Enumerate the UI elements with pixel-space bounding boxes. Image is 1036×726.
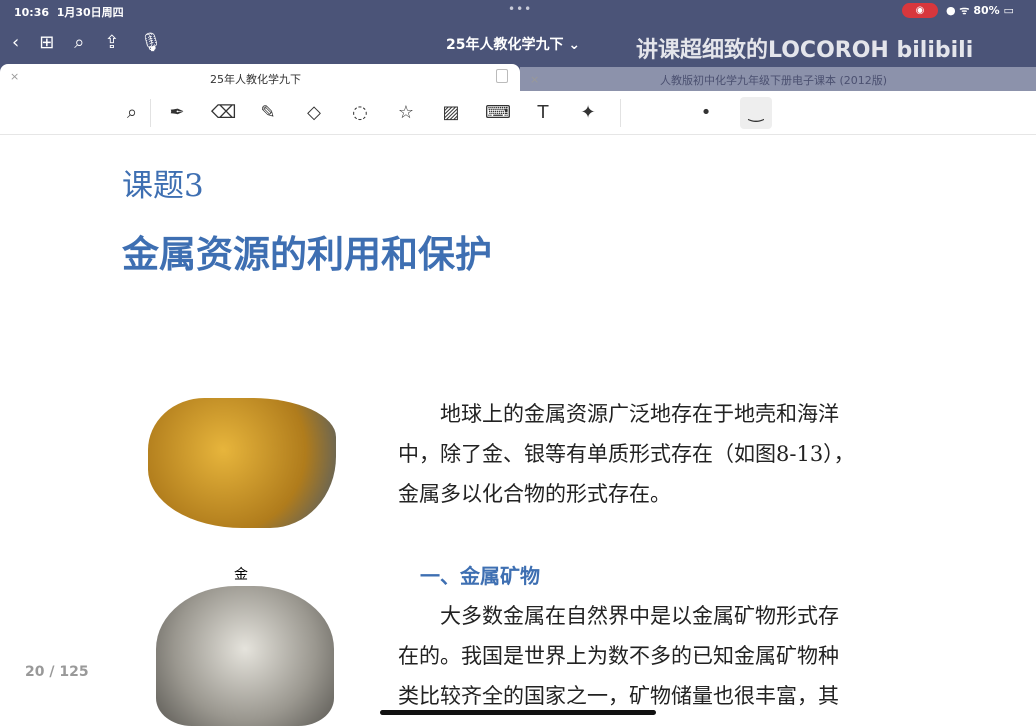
top-bar: 10:36 1月30日周四 ••• ◉ ● ᯤ 80% ▭ ‹ ⊞ ⌕ ⇪ 🎙 …	[0, 0, 1036, 64]
shapes-icon[interactable]: ◇	[302, 101, 326, 125]
video-watermark: 讲课超细致的LOCOROH bilibili	[636, 38, 974, 63]
microphone-icon[interactable]: 🎙	[139, 32, 162, 53]
document-page[interactable]: 课题3 金属资源的利用和保护 金 地球上的金属资源广泛地存在于地壳和海洋 中，除…	[0, 136, 1036, 726]
intro-paragraph: 地球上的金属资源广泛地存在于地壳和海洋 中，除了金、银等有单质形式存在（如图8-…	[398, 402, 855, 506]
keyboard-icon[interactable]: ⌨	[485, 101, 511, 125]
status-time: 10:36 1月30日周四	[14, 6, 124, 19]
pen-icon[interactable]: ✒	[165, 101, 189, 125]
share-icon[interactable]: ⇪	[104, 32, 119, 53]
text-box-icon[interactable]: T	[531, 101, 555, 125]
silver-ore-image	[156, 586, 334, 726]
pen-size-dot-icon[interactable]: •	[694, 101, 718, 125]
laser-pointer-icon[interactable]: ✦	[576, 101, 600, 125]
tab-label: 人教版初中化学九年级下册电子课本 (2012版)	[660, 74, 888, 87]
gold-caption: 金	[234, 567, 248, 583]
highlighter-icon[interactable]: ✎	[256, 101, 280, 125]
tab-active[interactable]: × 25年人教化学九下	[0, 64, 520, 91]
back-icon[interactable]: ‹	[12, 32, 19, 53]
gold-ore-image	[148, 398, 336, 528]
document-title[interactable]: 25年人教化学九下 ⌄	[446, 34, 580, 54]
drawing-toolbar: ⌕ ✒ ⌫ ✎ ◇ ◌ ☆ ▨ ⌨ T ✦ • ‿	[0, 91, 1036, 135]
multitask-dots[interactable]: •••	[508, 2, 532, 16]
zoom-window-icon[interactable]: ⌕	[120, 101, 144, 125]
pen-stroke-style-icon[interactable]: ‿	[740, 97, 772, 129]
tab-label: 25年人教化学九下	[210, 73, 301, 86]
home-indicator[interactable]	[380, 710, 656, 715]
tab-inactive[interactable]: × 人教版初中化学九年级下册电子课本 (2012版)	[520, 67, 1036, 91]
tab-bar: × 25年人教化学九下 × 人教版初中化学九年级下册电子课本 (2012版)	[0, 64, 1036, 91]
body-paragraph: 大多数金属在自然界中是以金属矿物形式存 在的。我国是世界上为数不多的已知金属矿物…	[398, 604, 839, 708]
search-icon[interactable]: ⌕	[74, 32, 84, 53]
sticker-icon[interactable]: ☆	[394, 101, 418, 125]
close-tab-icon[interactable]: ×	[530, 73, 539, 86]
lesson-number: 课题3	[122, 168, 204, 204]
eraser-icon[interactable]: ⌫	[211, 101, 236, 125]
lasso-icon[interactable]: ◌	[348, 101, 372, 125]
image-icon[interactable]: ▨	[439, 101, 463, 125]
split-view-icon[interactable]	[496, 69, 508, 83]
battery-status: ● ᯤ 80% ▭	[946, 4, 1014, 17]
lesson-title: 金属资源的利用和保护	[122, 232, 492, 276]
close-tab-icon[interactable]: ×	[10, 70, 19, 83]
grid-icon[interactable]: ⊞	[39, 32, 54, 53]
page-indicator: 20 / 125	[25, 664, 89, 680]
section-heading: 一、金属矿物	[420, 564, 540, 588]
record-indicator-icon: ◉	[902, 3, 938, 18]
